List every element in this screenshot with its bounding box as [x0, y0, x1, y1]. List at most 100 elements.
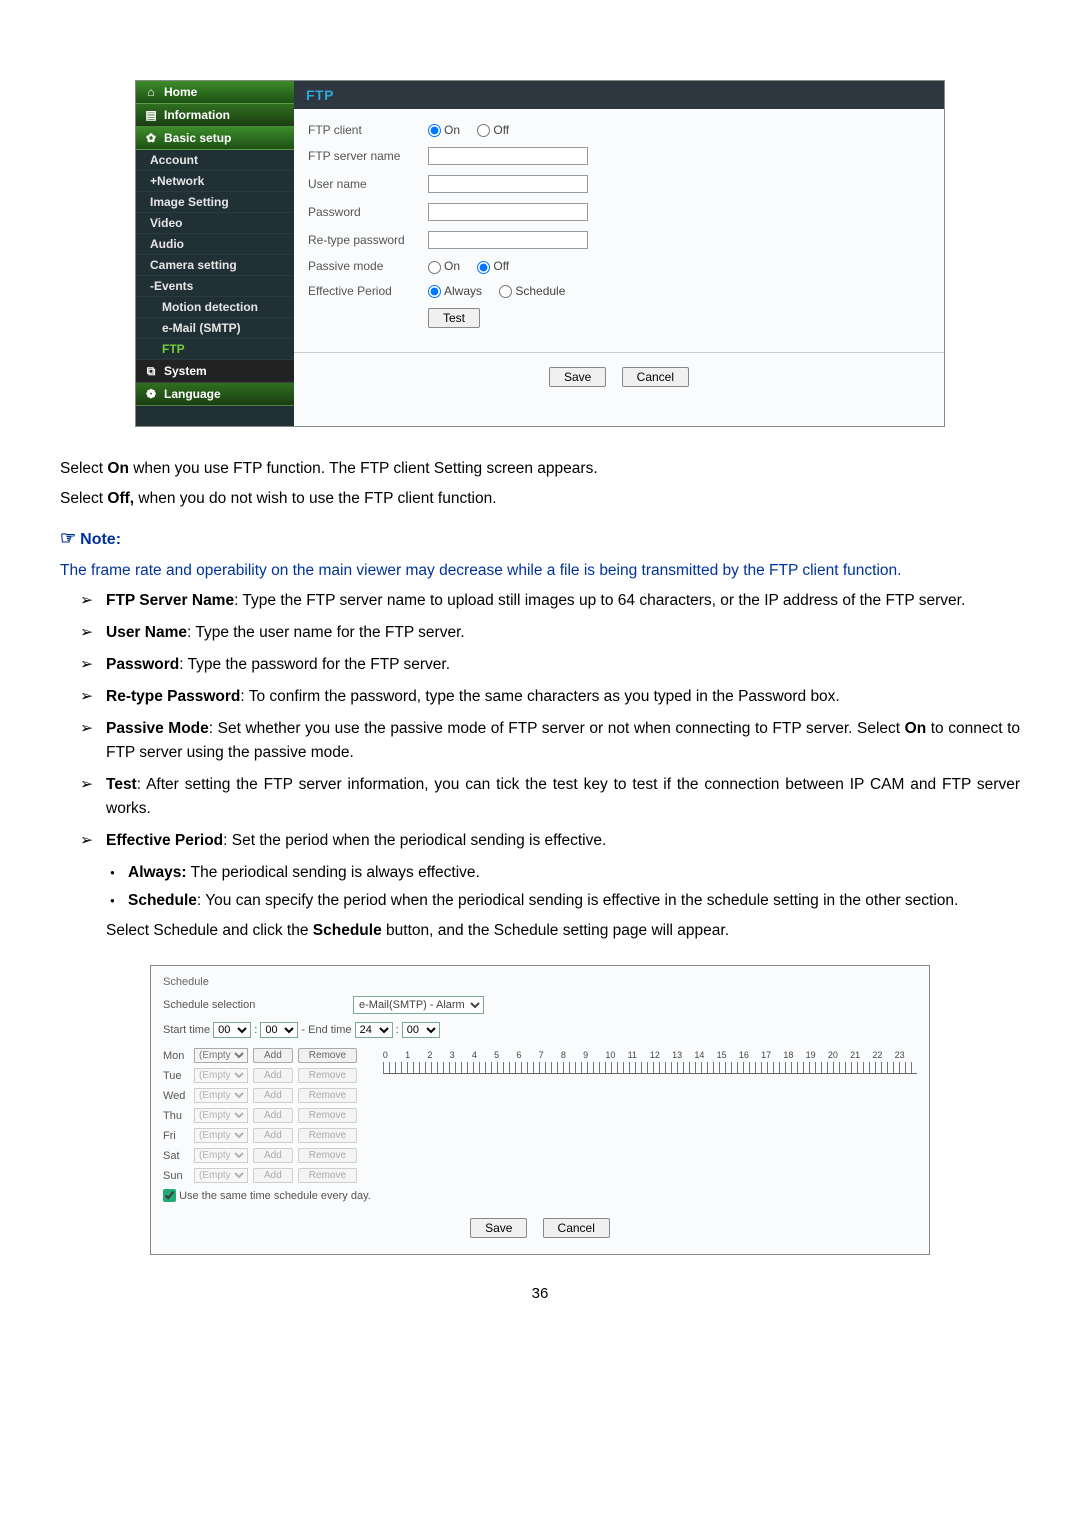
system-icon: ⧉ [144, 364, 158, 378]
same-schedule-text: Use the same time schedule every day. [179, 1190, 371, 1202]
sidebar-item-email-smtp[interactable]: e-Mail (SMTP) [136, 318, 294, 339]
ftp-user-name-input[interactable] [428, 175, 588, 193]
sidebar-item-image-setting[interactable]: Image Setting [136, 192, 294, 213]
sidebar-system-label: System [164, 364, 207, 378]
start-min-select[interactable]: 00 [260, 1022, 298, 1038]
sidebar-home-label: Home [164, 85, 197, 99]
home-icon: ⌂ [144, 85, 158, 99]
schedule-cancel-button[interactable]: Cancel [543, 1218, 610, 1238]
day-slot-select[interactable]: (Empty) [194, 1088, 248, 1103]
end-hour-select[interactable]: 24 [355, 1022, 393, 1038]
start-hour-select[interactable]: 00 [213, 1022, 251, 1038]
note-text: The frame rate and operability on the ma… [60, 559, 1020, 583]
ftp-retype-password-label: Re-type password [308, 233, 428, 247]
day-slot-select[interactable]: (Empty) [194, 1068, 248, 1083]
sidebar-item-ftp[interactable]: FTP [136, 339, 294, 360]
sidebar-item-audio[interactable]: Audio [136, 234, 294, 255]
day-row-sun: Sun (Empty) Add Remove [163, 1168, 371, 1183]
day-slot-select[interactable]: (Empty) [194, 1128, 248, 1143]
same-schedule-row: Use the same time schedule every day. [163, 1189, 371, 1202]
time-range-row: Start time 00 : 00 - End time 24 : 00 [163, 1022, 917, 1038]
start-time-label: Start time [163, 1024, 210, 1036]
sidebar-item-account[interactable]: Account [136, 150, 294, 171]
ftp-client-off-radio[interactable] [477, 124, 490, 137]
remove-button[interactable]: Remove [298, 1148, 357, 1163]
always-label: Always [444, 284, 482, 298]
gear-icon: ✿ [144, 131, 158, 145]
li-effective-period: Effective Period: Set the period when th… [106, 829, 1020, 853]
cancel-button[interactable]: Cancel [622, 367, 689, 387]
paragraph-select-on: Select On when you use FTP function. The… [60, 457, 1020, 481]
period-schedule-radio[interactable] [499, 285, 512, 298]
ftp-password-label: Password [308, 205, 428, 219]
li-retype-password: Re-type Password: To confirm the passwor… [106, 685, 1020, 709]
add-button[interactable]: Add [253, 1108, 293, 1123]
ruler-scale [383, 1062, 917, 1074]
add-button[interactable]: Add [253, 1068, 293, 1083]
save-button[interactable]: Save [549, 367, 606, 387]
add-button[interactable]: Add [253, 1168, 293, 1183]
schedule-selection-select[interactable]: e-Mail(SMTP) - Alarm [353, 996, 484, 1014]
period-always[interactable]: Always [428, 284, 482, 298]
ftp-client-on[interactable]: On [428, 123, 460, 137]
add-button[interactable]: Add [253, 1128, 293, 1143]
remove-button[interactable]: Remove [298, 1108, 357, 1123]
on-label-2: On [444, 259, 460, 273]
ftp-password-input[interactable] [428, 203, 588, 221]
sidebar: ⌂ Home ▤ Information ✿ Basic setup Accou… [136, 81, 294, 426]
day-row-sat: Sat (Empty) Add Remove [163, 1148, 371, 1163]
day-slot-select[interactable]: (Empty) [194, 1108, 248, 1123]
remove-button[interactable]: Remove [298, 1068, 357, 1083]
ftp-client-on-radio[interactable] [428, 124, 441, 137]
period-always-radio[interactable] [428, 285, 441, 298]
period-schedule[interactable]: Schedule [499, 284, 565, 298]
day-slot-select[interactable]: (Empty) [194, 1048, 248, 1063]
add-button[interactable]: Add [253, 1048, 293, 1063]
sidebar-home[interactable]: ⌂ Home [136, 81, 294, 104]
schedule-selection-label: Schedule selection [163, 999, 323, 1011]
day-slot-select[interactable]: (Empty) [194, 1168, 248, 1183]
sidebar-system[interactable]: ⧉ System [136, 360, 294, 383]
sidebar-language[interactable]: ❁ Language [136, 383, 294, 406]
remove-button[interactable]: Remove [298, 1128, 357, 1143]
schedule-legend: Schedule [163, 976, 917, 988]
ftp-server-name-input[interactable] [428, 147, 588, 165]
sidebar-item-motion-detection[interactable]: Motion detection [136, 297, 294, 318]
add-button[interactable]: Add [253, 1088, 293, 1103]
info-icon: ▤ [144, 108, 158, 122]
sidebar-item-video[interactable]: Video [136, 213, 294, 234]
end-time-label: End time [308, 1024, 351, 1036]
test-button[interactable]: Test [428, 308, 480, 328]
schedule-save-button[interactable]: Save [470, 1218, 527, 1238]
li-always: Always: The periodical sending is always… [128, 861, 1020, 885]
day-slot-select[interactable]: (Empty) [194, 1148, 248, 1163]
effective-period-label: Effective Period [308, 284, 428, 298]
passive-off-radio[interactable] [477, 261, 490, 274]
passive-on[interactable]: On [428, 259, 460, 273]
add-button[interactable]: Add [253, 1148, 293, 1163]
day-label: Sat [163, 1150, 189, 1162]
ftp-settings-panel: ⌂ Home ▤ Information ✿ Basic setup Accou… [135, 80, 945, 427]
hour-ticks: 0123 4567 891011 12131415 16171819 20212… [383, 1050, 917, 1060]
same-schedule-label[interactable]: Use the same time schedule every day. [163, 1190, 371, 1202]
day-label: Mon [163, 1050, 189, 1062]
remove-button[interactable]: Remove [298, 1088, 357, 1103]
end-min-select[interactable]: 00 [402, 1022, 440, 1038]
sidebar-item-camera-setting[interactable]: Camera setting [136, 255, 294, 276]
on-label: On [444, 123, 460, 137]
globe-icon: ❁ [144, 387, 158, 401]
sidebar-item-events[interactable]: -Events [136, 276, 294, 297]
sidebar-item-network[interactable]: +Network [136, 171, 294, 192]
remove-button[interactable]: Remove [298, 1168, 357, 1183]
off-label: Off [493, 123, 509, 137]
passive-on-radio[interactable] [428, 261, 441, 274]
same-schedule-checkbox[interactable] [163, 1189, 176, 1202]
sidebar-information[interactable]: ▤ Information [136, 104, 294, 127]
sidebar-basic-setup[interactable]: ✿ Basic setup [136, 127, 294, 150]
ftp-retype-password-input[interactable] [428, 231, 588, 249]
ftp-server-name-label: FTP server name [308, 149, 428, 163]
passive-mode-label: Passive mode [308, 259, 428, 273]
passive-off[interactable]: Off [477, 259, 509, 273]
ftp-client-off[interactable]: Off [477, 123, 509, 137]
remove-button[interactable]: Remove [298, 1048, 357, 1063]
